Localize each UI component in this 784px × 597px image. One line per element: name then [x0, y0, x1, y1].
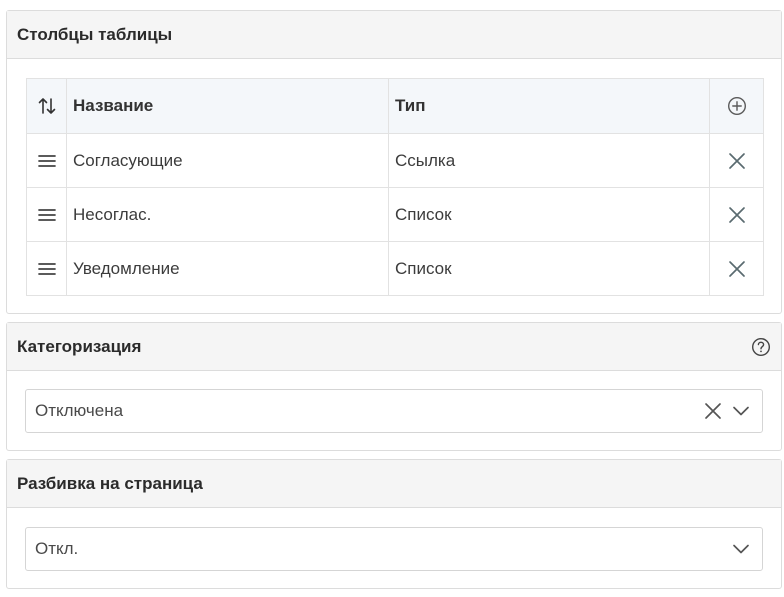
chevron-down-icon[interactable] [732, 540, 750, 558]
table-columns-panel: Столбцы таблицы Название Тип Согласующие… [6, 10, 782, 314]
drag-handle-icon[interactable] [27, 242, 67, 295]
row-name[interactable]: Уведомление [67, 242, 389, 295]
row-name[interactable]: Несоглас. [67, 188, 389, 241]
select-value: Откл. [35, 539, 79, 558]
panel-header: Категоризация [7, 323, 781, 371]
header-type: Тип [389, 79, 710, 133]
drag-handle-icon[interactable] [27, 134, 67, 187]
categorization-panel: Категоризация Отключена [6, 322, 782, 451]
columns-table: Название Тип Согласующие Ссылка Несоглас… [26, 78, 764, 296]
table-row: Уведомление Список [27, 241, 763, 295]
row-type[interactable]: Ссылка [389, 134, 710, 187]
close-icon[interactable] [710, 242, 763, 295]
sort-arrows-icon[interactable] [27, 79, 67, 133]
panel-header: Столбцы таблицы [7, 11, 781, 59]
close-icon[interactable] [710, 134, 763, 187]
close-icon[interactable] [704, 402, 722, 420]
panel-title: Столбцы таблицы [17, 24, 173, 44]
panel-title: Категоризация [17, 336, 142, 356]
chevron-down-icon[interactable] [732, 402, 750, 420]
panel-title: Разбивка на страница [17, 473, 203, 493]
drag-handle-icon[interactable] [27, 188, 67, 241]
table-header-row: Название Тип [27, 79, 763, 133]
row-type[interactable]: Список [389, 188, 710, 241]
plus-circle-icon[interactable] [710, 79, 763, 133]
row-name[interactable]: Согласующие [67, 134, 389, 187]
table-row: Несоглас. Список [27, 187, 763, 241]
table-row: Согласующие Ссылка [27, 133, 763, 187]
header-name: Название [67, 79, 389, 133]
row-type[interactable]: Список [389, 242, 710, 295]
select-value: Отключена [35, 401, 124, 420]
categorization-select[interactable]: Отключена [25, 389, 763, 433]
question-circle-icon[interactable] [751, 337, 771, 357]
close-icon[interactable] [710, 188, 763, 241]
paging-panel: Разбивка на страница Откл. [6, 459, 782, 589]
panel-header: Разбивка на страница [7, 460, 781, 508]
paging-select[interactable]: Откл. [25, 527, 763, 571]
